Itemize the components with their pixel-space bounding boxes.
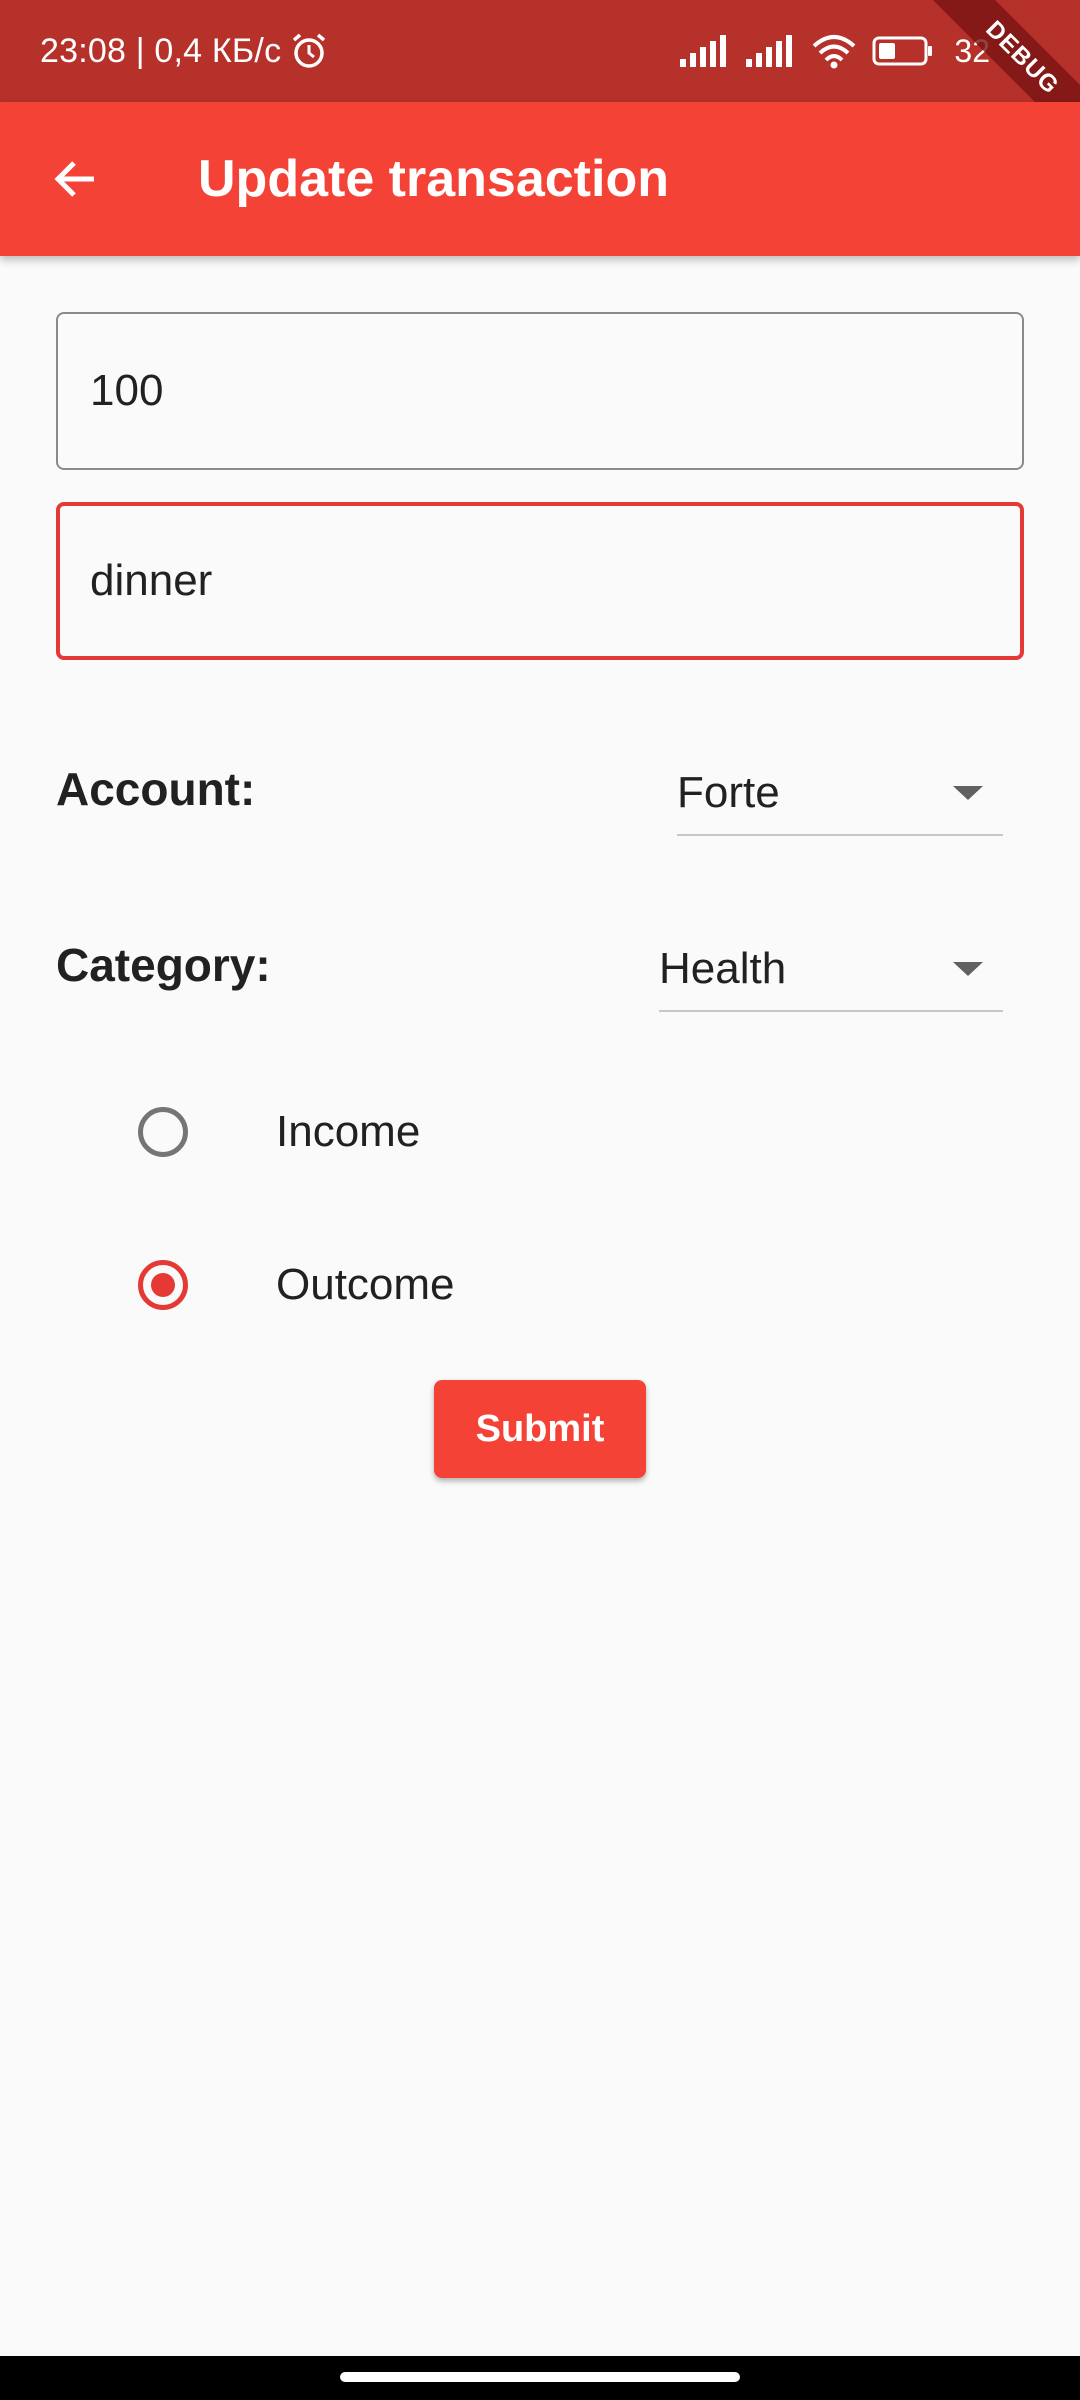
back-button[interactable]	[36, 139, 116, 219]
battery-percent: 32	[954, 32, 990, 69]
screen: 23:08 | 0,4 КБ/с 32 DEBUG Update transac…	[0, 0, 1080, 2400]
category-label: Category:	[56, 939, 271, 991]
radio-outcome[interactable]	[138, 1260, 188, 1310]
amount-field[interactable]: 100	[56, 312, 1024, 470]
description-value: dinner	[90, 556, 213, 605]
arrow-left-icon	[54, 161, 94, 197]
status-left: 23:08 | 0,4 КБ/с	[40, 0, 329, 102]
app-bar: Update transaction	[0, 102, 1080, 256]
description-field[interactable]: dinner	[56, 502, 1024, 660]
wifi-icon	[813, 35, 856, 69]
radio-income[interactable]	[138, 1107, 188, 1157]
radio-outcome-option[interactable]: Outcome	[138, 1245, 455, 1325]
category-selected: Health	[659, 944, 787, 993]
page-title: Update transaction	[198, 150, 669, 208]
submit-button[interactable]: Submit	[434, 1380, 646, 1478]
amount-value: 100	[90, 366, 164, 415]
dropdown-arrow-icon	[953, 786, 983, 800]
radio-outcome-label: Outcome	[276, 1260, 455, 1309]
category-dropdown[interactable]: Health	[659, 928, 1003, 1012]
status-bar: 23:08 | 0,4 КБ/с 32 DEBUG	[0, 0, 1080, 159]
nav-bar	[0, 2356, 1080, 2400]
signal-icon-2	[746, 35, 793, 67]
alarm-icon	[293, 33, 326, 68]
account-label: Account:	[56, 763, 256, 815]
status-right: 32	[678, 0, 990, 102]
battery-icon	[872, 36, 933, 66]
status-time-speed: 23:08 | 0,4 КБ/с	[40, 31, 282, 70]
home-indicator[interactable]	[340, 2372, 740, 2382]
account-selected: Forte	[677, 768, 780, 817]
account-dropdown[interactable]: Forte	[677, 752, 1003, 836]
signal-icon	[680, 35, 727, 67]
radio-income-option[interactable]: Income	[138, 1092, 420, 1172]
dropdown-arrow-icon	[953, 962, 983, 976]
radio-income-label: Income	[276, 1107, 421, 1156]
